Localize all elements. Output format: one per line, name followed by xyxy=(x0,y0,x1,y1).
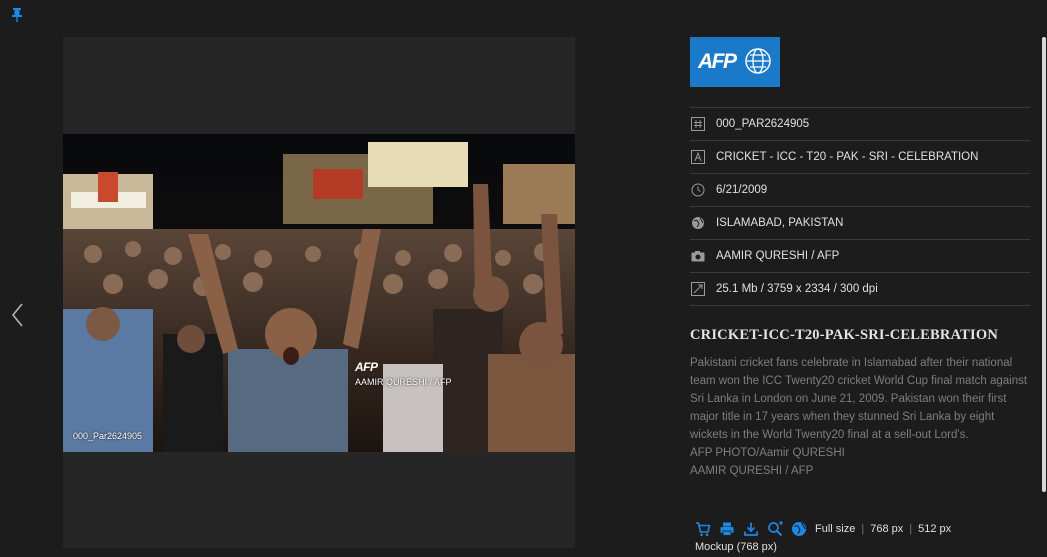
metadata-value: AAMIR QURESHI / AFP xyxy=(716,250,840,262)
size-512-link[interactable]: 512 px xyxy=(918,523,951,535)
afp-logo: AFP xyxy=(690,37,780,87)
camera-icon xyxy=(691,251,705,262)
main-photo[interactable]: AFP AAMIR QURESHI / AFP 000_Par2624905 xyxy=(63,134,575,452)
cart-icon[interactable] xyxy=(695,521,711,537)
action-bar: Full size | 768 px | 512 px xyxy=(695,521,951,537)
metadata-panel: AFP 000_PAR2624905 CRICKET - ICC - T20 -… xyxy=(690,37,1030,480)
metadata-row-photographer: AAMIR QURESHI / AFP xyxy=(690,240,1030,273)
metadata-row-date: 6/21/2009 xyxy=(690,174,1030,207)
caption-photo: AFP PHOTO/Aamir QURESHI xyxy=(690,447,845,459)
zoom-icon[interactable] xyxy=(767,521,783,537)
text-icon xyxy=(691,150,705,164)
photo-caption: Pakistani cricket fans celebrate in Isla… xyxy=(690,354,1032,480)
download-icon[interactable] xyxy=(743,521,759,537)
hash-icon xyxy=(691,117,705,131)
clock-icon xyxy=(691,183,705,197)
logo-text: AFP xyxy=(698,50,737,73)
size-768-link[interactable]: 768 px xyxy=(870,523,903,535)
pin-icon[interactable] xyxy=(10,7,24,23)
print-icon[interactable] xyxy=(719,521,735,537)
resize-icon xyxy=(691,282,705,296)
metadata-value: 6/21/2009 xyxy=(716,184,768,196)
metadata-value: CRICKET - ICC - T20 - PAK - SRI - CELEBR… xyxy=(716,151,979,163)
globe-logo-icon xyxy=(745,48,771,74)
full-size-link[interactable]: Full size xyxy=(815,523,855,535)
watermark-id: 000_Par2624905 xyxy=(73,431,143,441)
metadata-value: 25.1 Mb / 3759 x 2334 / 300 dpi xyxy=(716,283,878,295)
metadata-row-location: ISLAMABAD, PAKISTAN xyxy=(690,207,1030,240)
photo-title: CRICKET-ICC-T20-PAK-SRI-CELEBRATION xyxy=(690,327,999,343)
metadata-row-id: 000_PAR2624905 xyxy=(690,108,1030,141)
metadata-value: 000_PAR2624905 xyxy=(716,118,810,130)
metadata-row-size: 25.1 Mb / 3759 x 2334 / 300 dpi xyxy=(690,273,1030,306)
watermark-logo: AFP xyxy=(355,360,378,374)
image-viewer[interactable]: AFP AAMIR QURESHI / AFP 000_Par2624905 xyxy=(63,37,575,548)
caption-credit: AAMIR QURESHI / AFP xyxy=(690,465,814,477)
separator: | xyxy=(861,523,865,535)
photo-graphic xyxy=(63,134,575,452)
metadata-row-title: CRICKET - ICC - T20 - PAK - SRI - CELEBR… xyxy=(690,141,1030,174)
chevron-left-icon[interactable] xyxy=(10,302,26,328)
caption-text: Pakistani cricket fans celebrate in Isla… xyxy=(690,357,1028,441)
watermark-credit: AAMIR QURESHI / AFP xyxy=(355,377,452,387)
mockup-link[interactable]: Mockup (768 px) xyxy=(695,541,777,553)
metadata-value: ISLAMABAD, PAKISTAN xyxy=(716,217,844,229)
metadata-list: 000_PAR2624905 CRICKET - ICC - T20 - PAK… xyxy=(690,107,1030,306)
scrollbar[interactable] xyxy=(1042,37,1046,492)
globe-icon xyxy=(692,217,704,229)
globe-icon[interactable] xyxy=(791,521,807,537)
separator: | xyxy=(909,523,913,535)
photo-watermark: AFP AAMIR QURESHI / AFP xyxy=(355,360,452,387)
